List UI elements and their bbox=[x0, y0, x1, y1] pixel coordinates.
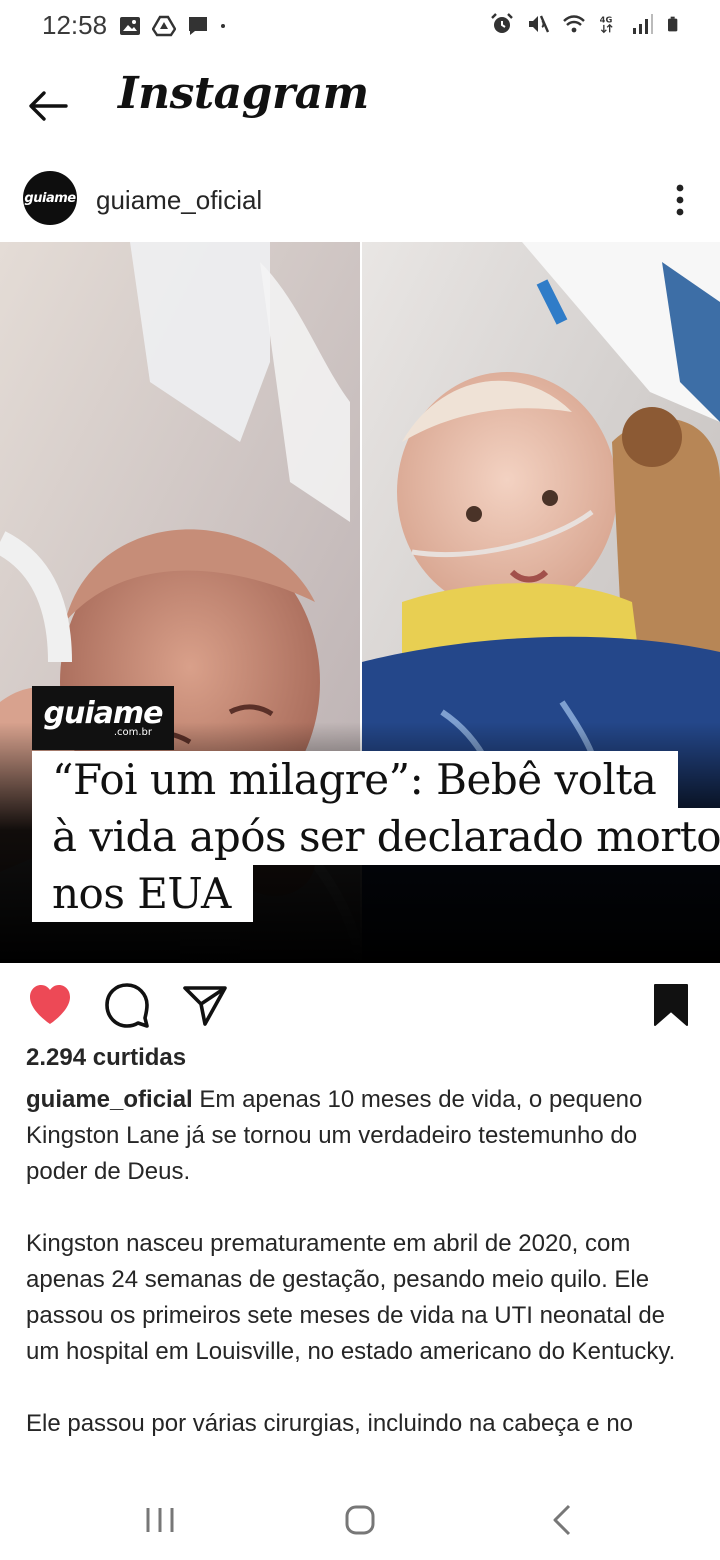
caption-paragraph: guiame_oficial Em apenas 10 meses de vid… bbox=[26, 1082, 698, 1190]
headline-line: “Foi um milagre”: Bebê volta bbox=[32, 751, 679, 808]
brand-sub: .com.br bbox=[113, 726, 152, 738]
wifi-icon bbox=[563, 15, 585, 33]
4g-icon: 4G bbox=[600, 14, 613, 34]
status-right-icons: 4G bbox=[490, 12, 682, 36]
heart-icon bbox=[30, 985, 70, 1024]
avatar-text: guiame bbox=[24, 190, 76, 206]
signal-icon bbox=[633, 14, 653, 34]
status-left-icons bbox=[118, 14, 232, 38]
back-arrow-icon[interactable] bbox=[22, 80, 74, 132]
headline-line: nos EUA bbox=[32, 865, 253, 922]
post-image[interactable]: guiame .com.br “Foi um milagre”: Bebê vo… bbox=[0, 242, 720, 963]
more-options-icon[interactable] bbox=[664, 180, 696, 220]
recents-icon[interactable] bbox=[140, 1500, 180, 1540]
status-time: 12:58 bbox=[42, 10, 108, 40]
instagram-logo: Instagram bbox=[118, 68, 369, 119]
comment-button[interactable] bbox=[102, 980, 152, 1030]
app-header: Instagram bbox=[0, 56, 720, 156]
svg-text:4G: 4G bbox=[600, 14, 613, 24]
home-icon[interactable] bbox=[340, 1500, 380, 1540]
comment-icon bbox=[105, 983, 149, 1028]
battery-icon bbox=[668, 16, 678, 32]
like-button[interactable] bbox=[25, 980, 75, 1030]
headline-line: à vida após ser declarado morto bbox=[32, 808, 720, 865]
post-caption: guiame_oficial Em apenas 10 meses de vid… bbox=[26, 1082, 698, 1478]
post-username[interactable]: guiame_oficial bbox=[96, 185, 262, 216]
status-bar: 12:58 4G bbox=[0, 0, 720, 56]
post-actions bbox=[0, 972, 720, 1042]
alarm-icon bbox=[491, 13, 513, 33]
guiame-logo: guiame .com.br bbox=[32, 686, 174, 750]
share-button[interactable] bbox=[180, 980, 230, 1030]
drive-icon bbox=[152, 15, 176, 37]
caption-paragraph: Kingston nasceu prematuramente em abril … bbox=[26, 1230, 676, 1365]
caption-paragraph: Ele passou por várias cirurgias, incluin… bbox=[26, 1410, 634, 1437]
gallery-icon bbox=[120, 17, 140, 35]
post-header: guiame guiame_oficial bbox=[0, 166, 720, 238]
likes-count[interactable]: 2.294 curtidas bbox=[26, 1044, 186, 1072]
save-button[interactable] bbox=[646, 980, 696, 1030]
back-icon[interactable] bbox=[543, 1500, 583, 1540]
bookmark-icon bbox=[654, 984, 688, 1026]
dot-icon bbox=[221, 24, 225, 28]
message-icon bbox=[189, 17, 207, 35]
image-headline: “Foi um milagre”: Bebê volta à vida após… bbox=[32, 751, 720, 922]
send-icon bbox=[183, 986, 227, 1026]
caption-username[interactable]: guiame_oficial bbox=[26, 1086, 193, 1113]
mute-icon bbox=[529, 15, 550, 33]
system-nav-bar bbox=[0, 1480, 720, 1560]
brand-main: guiame bbox=[43, 695, 164, 731]
avatar[interactable]: guiame bbox=[23, 171, 77, 225]
